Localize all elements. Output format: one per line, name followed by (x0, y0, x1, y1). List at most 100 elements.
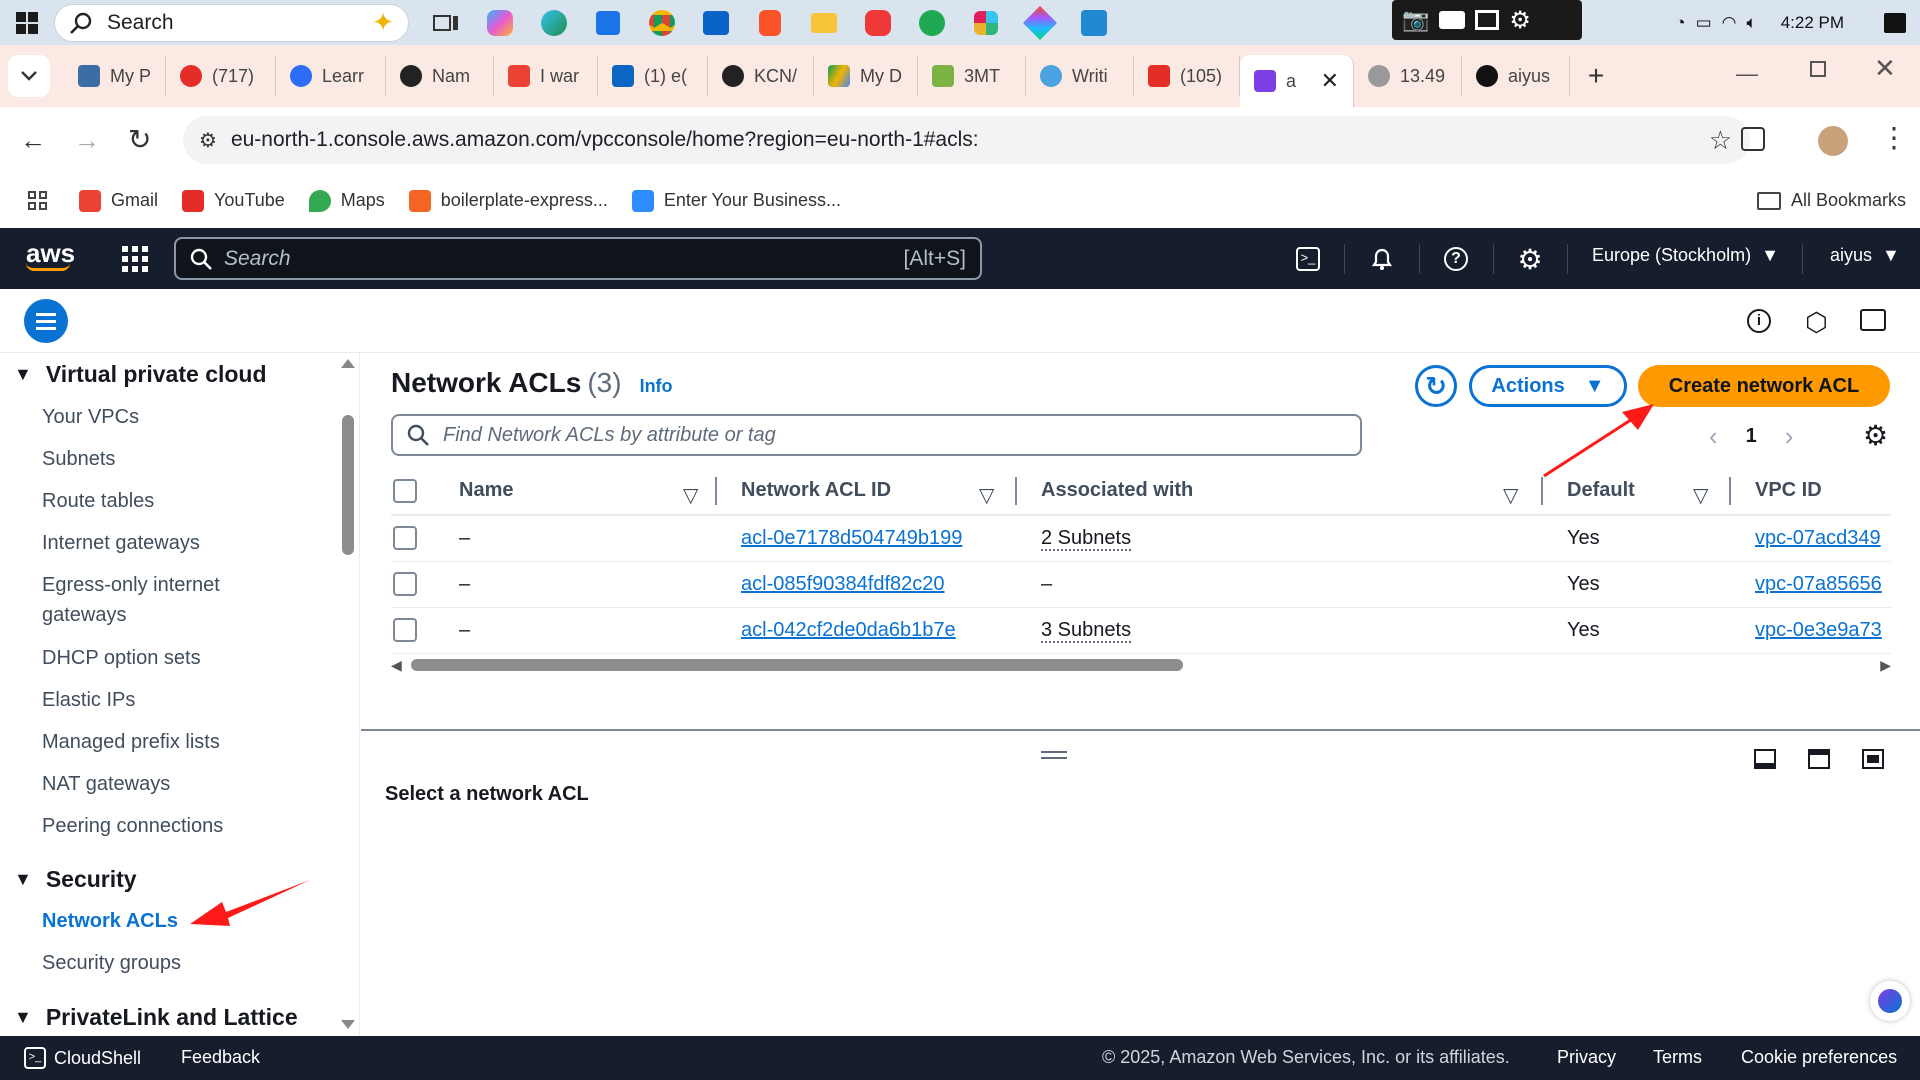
aws-logo[interactable]: aws (26, 238, 75, 271)
acl-id-link[interactable]: acl-042cf2de0da6b1b7e (741, 619, 956, 641)
browser-tab[interactable]: 3MT (918, 56, 1026, 96)
edge-icon[interactable] (527, 0, 581, 45)
video-icon[interactable] (1439, 11, 1466, 29)
minimize-icon[interactable]: — (1736, 61, 1758, 87)
table-preferences-gear-icon[interactable]: ⚙ (1863, 419, 1888, 452)
row-checkbox[interactable] (393, 618, 417, 642)
browser-tab[interactable]: 13.49 (1354, 56, 1462, 96)
address-bar[interactable]: ⚙ eu-north-1.console.aws.amazon.com/vpcc… (183, 116, 1750, 164)
bookmark-maps[interactable]: Maps (297, 189, 397, 212)
task-view-icon[interactable] (419, 0, 473, 45)
browser-tab[interactable]: Nam (386, 56, 494, 96)
services-menu-icon[interactable] (122, 246, 148, 272)
sidebar-item-managed-prefix-lists[interactable]: Managed prefix lists (42, 727, 302, 757)
sidebar-scroll-up-icon[interactable] (341, 359, 355, 368)
sidebar-scroll-down-icon[interactable] (341, 1020, 355, 1029)
volume-icon[interactable]: 🔈︎ (1746, 13, 1756, 33)
chevron-right-icon[interactable]: › (1785, 421, 1794, 452)
store-icon[interactable] (581, 0, 635, 45)
panel-bottom-icon[interactable] (1754, 749, 1776, 769)
camera-icon[interactable]: 📷 (1402, 7, 1429, 33)
back-icon[interactable]: ← (20, 125, 46, 156)
vivaldi-icon[interactable] (851, 0, 905, 45)
acl-id-link[interactable]: acl-0e7178d504749b199 (741, 527, 962, 549)
chrome-icon[interactable] (635, 0, 689, 45)
windows-start-icon[interactable] (0, 0, 54, 45)
notification-icon[interactable] (1884, 12, 1906, 33)
cloudshell-footer-button[interactable]: >_ CloudShell (24, 1047, 141, 1069)
assistant-icon[interactable] (1870, 981, 1910, 1021)
browser-tab-active[interactable]: a ✕ (1240, 55, 1354, 107)
section-security[interactable]: ▼ Security (0, 866, 137, 893)
vpc-id-link[interactable]: vpc-07a85656 (1755, 573, 1882, 595)
sidebar-item-nat-gateways[interactable]: NAT gateways (42, 769, 302, 799)
tab-search-button[interactable] (8, 55, 50, 97)
close-tab-icon[interactable]: ✕ (1321, 68, 1339, 94)
browser-tab[interactable]: aiyus (1462, 56, 1570, 96)
bookmark-youtube[interactable]: YouTube (170, 189, 297, 212)
bookmark-star-icon[interactable]: ☆ (1709, 125, 1732, 156)
cloudshell-icon[interactable]: >_ (1291, 242, 1325, 276)
sort-caret-icon[interactable]: ▽ (1693, 483, 1708, 508)
all-bookmarks[interactable]: All Bookmarks (1745, 190, 1918, 211)
brave-icon[interactable] (743, 0, 797, 45)
screen-recorder-toolbar[interactable]: 📷 ⚙ (1392, 0, 1582, 40)
reload-icon[interactable]: ↻ (128, 123, 151, 156)
table-row[interactable]: – acl-085f90384fdf82c20 – Yes vpc-07a856… (391, 561, 1891, 608)
browser-tab[interactable]: My P (64, 56, 166, 96)
sort-caret-icon[interactable]: ▽ (1503, 483, 1518, 508)
select-all-checkbox[interactable] (393, 478, 417, 503)
column-header-acl-id[interactable]: Network ACL ID ▽ (717, 467, 1017, 516)
sidebar-item-subnets[interactable]: Subnets (42, 444, 302, 474)
vpc-id-link[interactable]: vpc-07acd349 (1755, 527, 1881, 549)
whatsapp-icon[interactable] (905, 0, 959, 45)
network-icon[interactable]: ◔ (1675, 13, 1685, 33)
file-explorer-icon[interactable] (797, 0, 851, 45)
sort-caret-icon[interactable]: ▽ (683, 483, 698, 508)
sidebar-item-your-vpcs[interactable]: Your VPCs (42, 402, 302, 432)
associated-subnets-popover[interactable]: 3 Subnets (1041, 618, 1132, 643)
extensions-icon[interactable] (1741, 127, 1765, 151)
bookmark-boilerplate[interactable]: boilerplate-express... (397, 189, 620, 212)
battery-icon[interactable]: ▭ (1696, 13, 1712, 33)
present-icon[interactable] (1860, 309, 1886, 331)
scroll-left-icon[interactable]: ◀ (391, 657, 402, 674)
privacy-link[interactable]: Privacy (1557, 1047, 1616, 1068)
browser-tab[interactable]: I war (494, 56, 598, 96)
outlook-icon[interactable] (689, 0, 743, 45)
bookmark-business[interactable]: Enter Your Business... (620, 189, 853, 212)
table-row[interactable]: – acl-042cf2de0da6b1b7e 3 Subnets Yes vp… (391, 607, 1891, 654)
url-text[interactable]: eu-north-1.console.aws.amazon.com/vpccon… (231, 128, 979, 152)
filter-input[interactable]: Find Network ACLs by attribute or tag (391, 414, 1362, 456)
wifi-icon[interactable]: ◠ (1722, 13, 1737, 33)
scroll-right-icon[interactable]: ▶ (1880, 657, 1891, 674)
account-menu[interactable]: aiyus ▼ (1830, 245, 1900, 266)
column-header-vpc-id[interactable]: VPC ID (1731, 467, 1891, 516)
avatar[interactable] (1818, 126, 1848, 156)
windows-search-box[interactable]: Search ✦ (54, 3, 409, 42)
vscode-icon[interactable] (1067, 0, 1121, 45)
sidebar-item-security-groups[interactable]: Security groups (42, 948, 302, 978)
browser-tab[interactable]: My D (814, 56, 918, 96)
acl-id-link[interactable]: acl-085f90384fdf82c20 (741, 573, 945, 595)
row-checkbox[interactable] (393, 572, 417, 596)
panel-hide-icon[interactable] (1862, 749, 1884, 769)
site-settings-icon[interactable]: ⚙ (199, 128, 217, 153)
clock[interactable]: 4:22 PM (1781, 13, 1844, 33)
info-link[interactable]: Info (640, 376, 673, 397)
restore-icon[interactable] (1810, 61, 1826, 77)
sidebar-item-dhcp-option-sets[interactable]: DHCP option sets (42, 643, 302, 673)
sort-caret-icon[interactable]: ▽ (979, 483, 994, 508)
section-privatelink-and-lattice[interactable]: ▼ PrivateLink and Lattice (0, 1004, 298, 1031)
info-panel-icon[interactable]: i (1747, 309, 1771, 333)
copilot-icon[interactable] (473, 0, 527, 45)
more-menu-icon[interactable]: ⋮ (1880, 121, 1908, 154)
help-icon[interactable]: ? (1439, 242, 1473, 276)
page-number[interactable]: 1 (1746, 425, 1757, 448)
gear-icon[interactable]: ⚙ (1509, 6, 1531, 35)
vpc-id-link[interactable]: vpc-0e3e9a73 (1755, 619, 1882, 641)
sidebar-scrollbar[interactable] (342, 415, 354, 555)
browser-tab[interactable]: KCN/ (708, 56, 814, 96)
aws-search-input[interactable]: Search [Alt+S] (174, 237, 982, 280)
figma-icon[interactable] (1013, 0, 1067, 45)
